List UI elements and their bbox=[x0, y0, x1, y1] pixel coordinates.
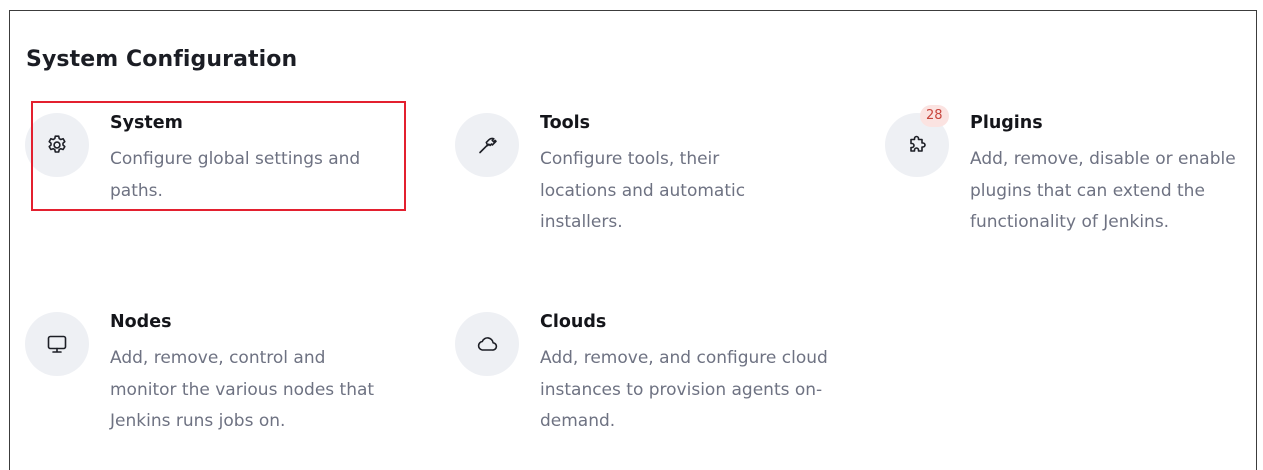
hammer-icon bbox=[479, 137, 497, 154]
system-link[interactable]: System Configure global settings and pat… bbox=[25, 113, 405, 213]
gear-icon bbox=[48, 135, 66, 153]
tools-icon-circle bbox=[455, 113, 519, 177]
system-title: System bbox=[110, 113, 183, 133]
nodes-title: Nodes bbox=[110, 312, 172, 332]
plugins-icon-circle: 28 bbox=[885, 105, 949, 177]
plugins-title: Plugins bbox=[970, 113, 1043, 133]
nodes-icon-circle bbox=[25, 312, 89, 376]
plugins-updates-badge: 28 bbox=[920, 105, 949, 127]
system-icon-circle bbox=[25, 113, 89, 177]
puzzle-icon bbox=[910, 135, 926, 152]
section-title: System Configuration bbox=[26, 47, 298, 72]
clouds-link[interactable]: Clouds Add, remove, and configure cloud … bbox=[455, 312, 828, 442]
plugins-description: Add, remove, disable or enable plugins t… bbox=[970, 149, 1236, 232]
clouds-title: Clouds bbox=[540, 312, 607, 332]
plugins-link[interactable]: 28 Plugins Add, remove, disable or enabl… bbox=[885, 105, 1245, 273]
tools-link[interactable]: Tools Configure tools, their locations a… bbox=[455, 113, 815, 243]
clouds-description: Add, remove, and configure cloud instanc… bbox=[540, 348, 828, 431]
nodes-description: Add, remove, control and monitor the var… bbox=[110, 348, 375, 431]
nodes-link[interactable]: Nodes Add, remove, control and monitor t… bbox=[25, 312, 385, 442]
monitor-icon bbox=[47, 335, 67, 353]
system-description: Configure global settings and paths. bbox=[110, 149, 361, 201]
clouds-icon-circle bbox=[455, 312, 519, 376]
cloud-icon bbox=[477, 337, 498, 351]
tools-description: Configure tools, their locations and aut… bbox=[540, 149, 746, 232]
tools-title: Tools bbox=[540, 113, 591, 133]
